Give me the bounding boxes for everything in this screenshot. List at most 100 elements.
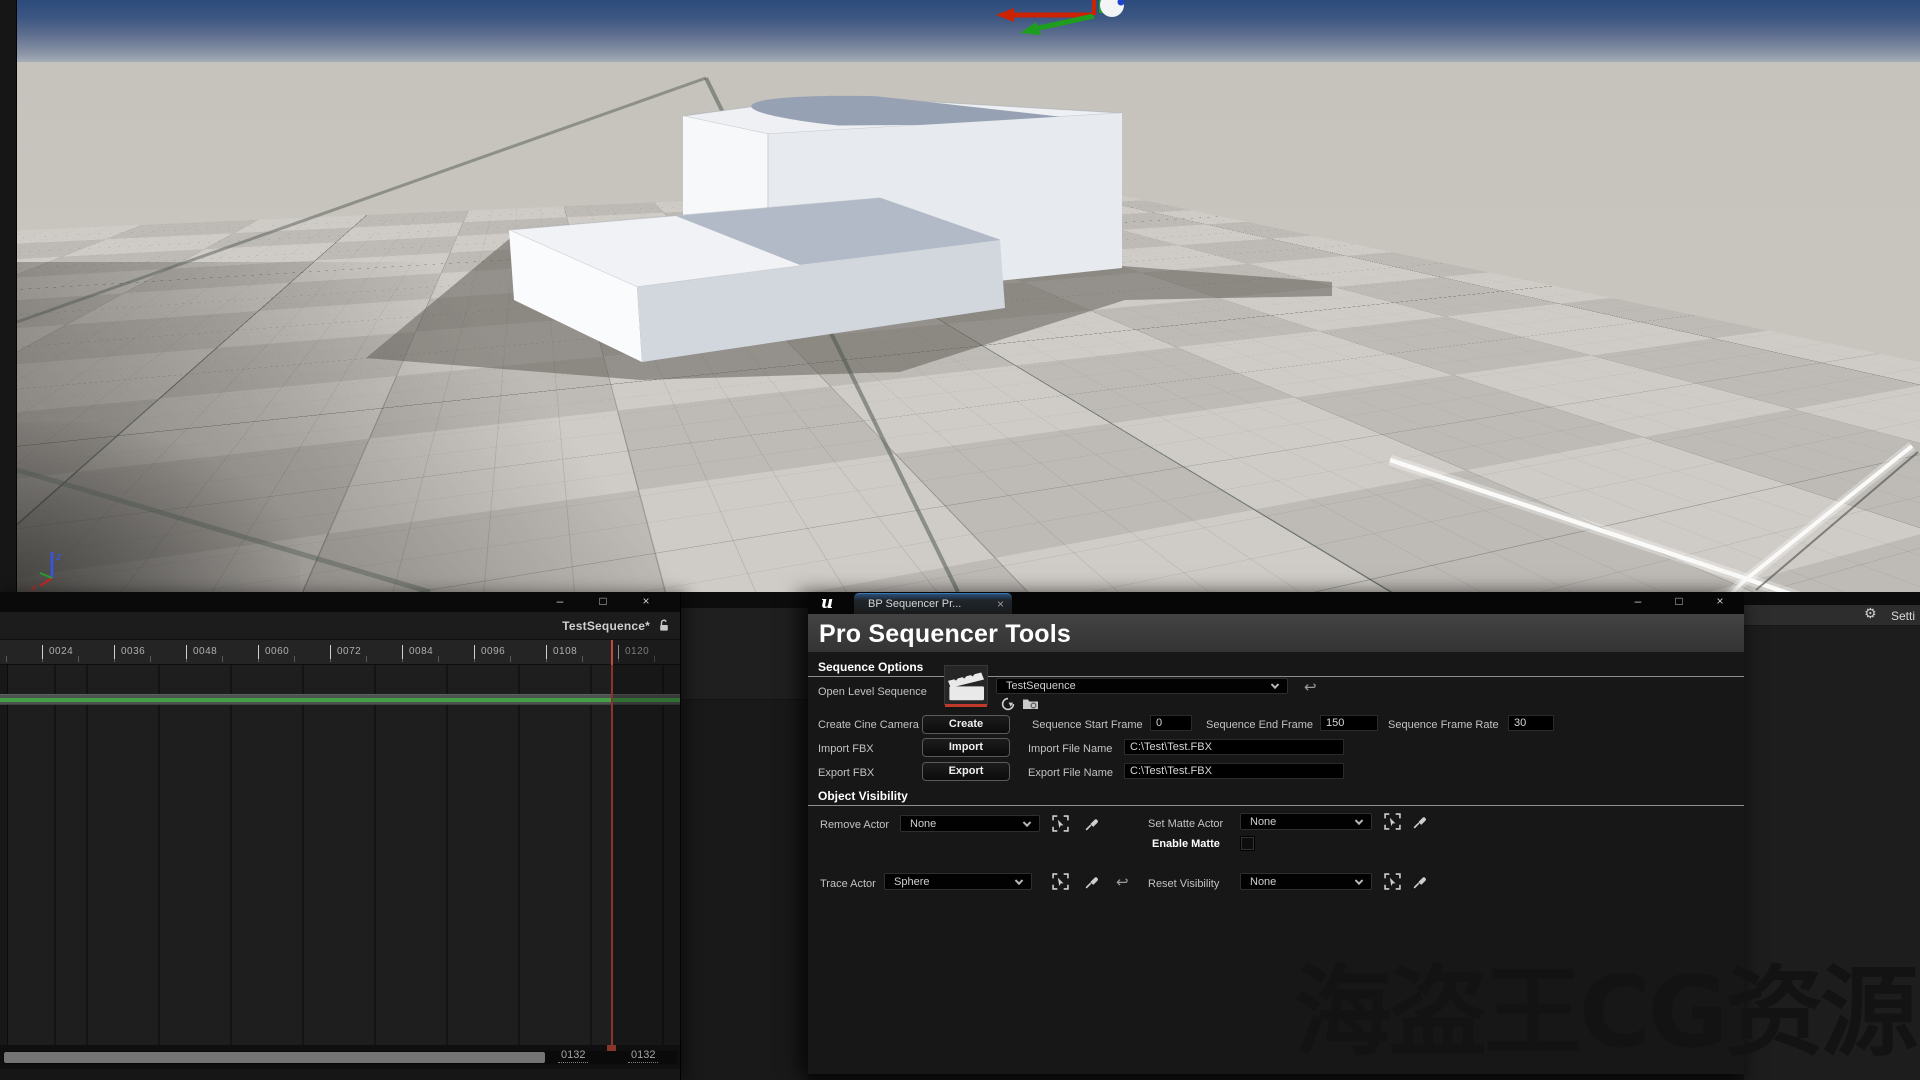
enable-matte-label: Enable Matte: [1152, 838, 1220, 850]
export-file-name-input[interactable]: [1124, 763, 1344, 779]
reset-to-default-icon[interactable]: ↩: [1116, 873, 1129, 891]
import-fbx-label: Import FBX: [818, 743, 874, 755]
settings-toolbar: ⚙ Setti: [1744, 605, 1920, 626]
browse-to-asset-folder-icon[interactable]: [1022, 696, 1039, 713]
reset-visibility-label: Reset Visibility: [1148, 878, 1220, 890]
maximize-button[interactable]: □: [588, 592, 618, 611]
playhead-line: [611, 665, 613, 1045]
trace-actor-dropdown[interactable]: Sphere: [884, 873, 1032, 890]
ruler-tick-label: 0084: [402, 645, 433, 659]
remove-actor-label: Remove Actor: [820, 819, 890, 831]
timeline-scroll-row: 0132 0132: [0, 1045, 680, 1069]
remove-actor-dropdown[interactable]: None: [900, 815, 1040, 832]
trace-actor-label: Trace Actor: [820, 878, 876, 890]
out-of-range-overlay: [613, 640, 681, 1045]
grid-major-line: [16, 467, 431, 592]
set-matte-actor-label: Set Matte Actor: [1148, 818, 1224, 830]
ruler-tick-label: 0108: [546, 645, 577, 659]
close-button[interactable]: ×: [1705, 592, 1735, 611]
minimize-button[interactable]: –: [545, 592, 575, 611]
section-header-sequence-options: Sequence Options: [818, 660, 924, 674]
import-button[interactable]: Import: [922, 738, 1010, 757]
scene-overlay: z x: [16, 0, 1919, 592]
track-gridlines: [0, 665, 680, 1045]
pick-actor-reticle-icon[interactable]: [1052, 873, 1069, 890]
chevron-down-icon: [1022, 818, 1032, 827]
eyedropper-icon[interactable]: [1084, 815, 1101, 832]
pick-actor-reticle-icon[interactable]: [1384, 873, 1401, 890]
timeline-scrollbar-handle[interactable]: [4, 1052, 545, 1063]
unlock-icon[interactable]: [657, 618, 671, 637]
timeline-tracks-area[interactable]: [0, 665, 680, 1045]
tab-bp-sequencer-pro[interactable]: BP Sequencer Pr... ×: [854, 593, 1012, 614]
asset-color-bar: [945, 704, 987, 707]
sequencer-bottom-strip: [0, 1069, 680, 1080]
ruler-tick-label: 0072: [330, 645, 361, 659]
use-selected-asset-icon[interactable]: [1000, 696, 1017, 713]
open-level-sequence-label: Open Level Sequence: [818, 686, 927, 698]
maximize-button[interactable]: □: [1664, 592, 1694, 611]
sequence-frame-rate-input[interactable]: [1508, 715, 1554, 731]
sequence-end-frame-label: Sequence End Frame: [1206, 719, 1314, 731]
panel-heading-band: Pro Sequencer Tools: [808, 614, 1744, 652]
ruler-tick-label: 0096: [474, 645, 505, 659]
screen: z x ⚙ Setti – □ × TestSequence* 0024 003…: [0, 0, 1920, 1080]
pick-actor-reticle-icon[interactable]: [1384, 813, 1401, 830]
eyedropper-icon[interactable]: [1412, 873, 1429, 890]
ruler-tick-label: 0060: [258, 645, 289, 659]
unreal-logo-icon: u: [820, 593, 834, 613]
working-range-end-field[interactable]: 0132: [628, 1049, 659, 1063]
grid-highlight-lines: [1388, 442, 1919, 592]
track-left-column: [0, 665, 8, 1045]
ruler-tick-label: 0048: [186, 645, 217, 659]
tab-label: BP Sequencer Pr...: [868, 598, 962, 610]
track-keyframe-bar: [0, 698, 680, 702]
axis-z-label: z: [55, 551, 62, 563]
chevron-down-icon: [1270, 680, 1280, 690]
eyedropper-icon[interactable]: [1412, 813, 1429, 830]
import-file-name-input[interactable]: [1124, 739, 1344, 755]
animation-track-row[interactable]: [0, 694, 680, 705]
sequence-end-frame-input[interactable]: [1320, 715, 1378, 731]
sequence-select-dropdown[interactable]: TestSequence: [996, 678, 1288, 694]
minimize-button[interactable]: –: [1623, 592, 1653, 611]
section-header-object-visibility: Object Visibility: [818, 789, 908, 803]
reset-visibility-dropdown[interactable]: None: [1240, 873, 1372, 890]
page-title: Pro Sequencer Tools: [819, 620, 1072, 648]
viewport-3d[interactable]: z x: [0, 0, 1920, 592]
screen-left-edge: [0, 0, 17, 592]
eyedropper-icon[interactable]: [1084, 873, 1101, 890]
timeline-ruler[interactable]: 0024 0036 0048 0060 0072 0084 0096 0108 …: [0, 640, 680, 665]
transform-gizmo: [996, 0, 1125, 35]
axis-x-label: x: [30, 583, 37, 592]
set-matte-actor-dropdown[interactable]: None: [1240, 813, 1372, 830]
bp-titlebar[interactable]: u BP Sequencer Pr... × – □ ×: [808, 592, 1744, 614]
reset-to-default-icon[interactable]: ↩: [1304, 678, 1317, 696]
ruler-tick-label: 0036: [114, 645, 145, 659]
sequencer-breadcrumb-bar: TestSequence*: [0, 612, 680, 640]
export-file-name-label: Export File Name: [1028, 767, 1113, 779]
enable-matte-checkbox[interactable]: [1240, 836, 1255, 851]
section-divider: [808, 805, 1744, 806]
clapperboard-icon: [948, 672, 984, 701]
watermark-text: 海盗王CG资源: [1294, 956, 1918, 1070]
sequence-thumbnail[interactable]: [944, 665, 988, 707]
create-button[interactable]: Create: [922, 715, 1010, 734]
settings-button[interactable]: Setti: [1891, 609, 1915, 623]
export-fbx-label: Export FBX: [818, 767, 875, 779]
chevron-down-icon: [1354, 876, 1364, 885]
sequencer-titlebar[interactable]: – □ ×: [0, 592, 680, 612]
chevron-down-icon: [1014, 876, 1024, 885]
close-button[interactable]: ×: [631, 592, 661, 611]
export-button[interactable]: Export: [922, 762, 1010, 781]
sequence-name: TestSequence*: [562, 619, 650, 633]
sequence-start-frame-input[interactable]: [1150, 715, 1192, 731]
sequence-start-frame-label: Sequence Start Frame: [1032, 719, 1143, 731]
pick-actor-reticle-icon[interactable]: [1052, 815, 1069, 832]
ruler-tick-label: 0024: [42, 645, 73, 659]
playhead-marker[interactable]: [611, 640, 613, 665]
import-file-name-label: Import File Name: [1028, 743, 1113, 755]
tab-close-icon[interactable]: ×: [997, 597, 1004, 611]
create-cine-camera-label: Create Cine Camera: [818, 719, 919, 731]
view-range-end-field[interactable]: 0132: [558, 1049, 589, 1063]
